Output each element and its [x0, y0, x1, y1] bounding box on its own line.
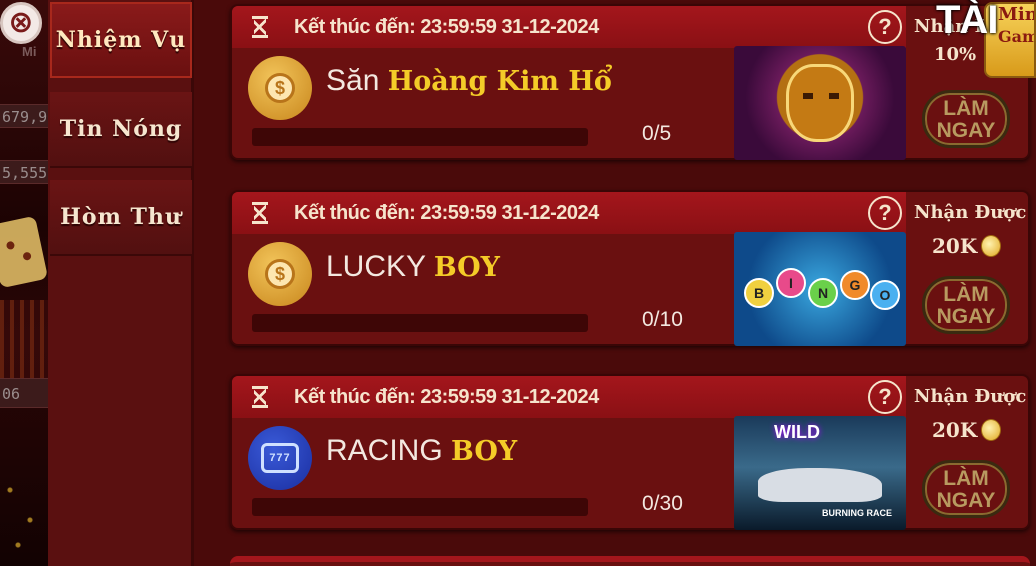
bingo-ball: N: [808, 278, 838, 308]
progress-bar: [252, 314, 588, 332]
do-now-button[interactable]: LÀM NGAY: [922, 90, 1010, 148]
tab-hom-thu[interactable]: Hòm Thư: [50, 180, 192, 256]
glow-decoration: [0, 450, 48, 566]
lights-decoration: [0, 300, 48, 390]
task-card-partial: [230, 556, 1030, 566]
game-thumbnail-racing[interactable]: WILD BURNING RACE: [734, 416, 906, 530]
task-card-header: Kết thúc đến: 23:59:59 31-12-2024: [232, 192, 906, 234]
sidebar: Nhiệm Vụ Tin Nóng Hòm Thư: [48, 0, 194, 566]
reward-label: Nhận Được: [914, 386, 1027, 407]
close-icon: ⊗: [8, 5, 34, 40]
reward-label: Nhận Được: [914, 202, 1027, 223]
close-button[interactable]: ⊗: [0, 2, 42, 44]
background-number: 5,555: [0, 160, 48, 184]
background-number: 679,9: [0, 104, 48, 128]
tai-label[interactable]: TÀI: [936, 0, 998, 43]
progress-bar: [252, 498, 588, 516]
coin-stack-icon: $: [248, 242, 312, 306]
tiger-icon: [786, 64, 854, 142]
task-title: LUCKY BOY: [326, 250, 500, 283]
do-now-button[interactable]: LÀM NGAY: [922, 276, 1010, 334]
hourglass-icon: [248, 201, 272, 225]
bingo-ball: B: [744, 278, 774, 308]
deadline-text: Kết thúc đến: 23:59:59 31-12-2024: [294, 385, 599, 408]
progress-count: 0/30: [642, 492, 683, 515]
background-partial-text: Mi: [22, 44, 37, 59]
game-thumbnail-bingo[interactable]: B I N G O: [734, 232, 906, 346]
do-now-button[interactable]: LÀM NGAY: [922, 460, 1010, 518]
slot-machine-icon: 777: [248, 426, 312, 490]
car-icon: [758, 468, 882, 502]
task-card-header: Kết thúc đến: 23:59:59 31-12-2024: [232, 6, 906, 48]
progress-count: 0/10: [642, 308, 683, 331]
bingo-ball: O: [870, 280, 900, 310]
task-card: Kết thúc đến: 23:59:59 31-12-2024 ? 777 …: [230, 374, 1030, 530]
task-card: Kết thúc đến: 23:59:59 31-12-2024 ? $ LU…: [230, 190, 1030, 346]
percent-badge: 10%: [934, 44, 977, 65]
dice-decoration: [0, 215, 48, 289]
tab-nhiem-vu[interactable]: Nhiệm Vụ: [50, 2, 192, 78]
task-title: Săn Hoàng Kim Hổ: [326, 64, 612, 97]
reward-amount: 20K: [932, 418, 1002, 442]
bingo-ball: I: [776, 268, 806, 298]
reward-amount: 20K: [932, 234, 1002, 258]
coin-icon: [981, 419, 1002, 441]
task-card-header: Kết thúc đến: 23:59:59 31-12-2024: [232, 376, 906, 418]
progress-bar: [252, 128, 588, 146]
hourglass-icon: [248, 385, 272, 409]
help-button[interactable]: ?: [868, 10, 902, 44]
deadline-text: Kết thúc đến: 23:59:59 31-12-2024: [294, 201, 599, 224]
task-list[interactable]: Kết thúc đến: 23:59:59 31-12-2024 ? $ Să…: [194, 0, 1036, 566]
task-card: Kết thúc đến: 23:59:59 31-12-2024 ? $ Să…: [230, 4, 1030, 160]
task-title: RACING BOY: [326, 434, 518, 467]
game-thumbnail-tiger[interactable]: [734, 46, 906, 160]
help-button[interactable]: ?: [868, 380, 902, 414]
hourglass-icon: [248, 15, 272, 39]
tab-tin-nong[interactable]: Tin Nóng: [50, 92, 192, 168]
bingo-ball: G: [840, 270, 870, 300]
coin-icon: [981, 235, 1002, 257]
background-strip: Mi 679,9 5,555 06: [0, 0, 48, 566]
help-button[interactable]: ?: [868, 196, 902, 230]
background-number: 06: [0, 378, 48, 408]
progress-count: 0/5: [642, 122, 672, 145]
coin-stack-icon: $: [248, 56, 312, 120]
wild-label: WILD: [774, 422, 820, 442]
deadline-text: Kết thúc đến: 23:59:59 31-12-2024: [294, 15, 599, 38]
game-label: BURNING RACE: [822, 508, 893, 518]
